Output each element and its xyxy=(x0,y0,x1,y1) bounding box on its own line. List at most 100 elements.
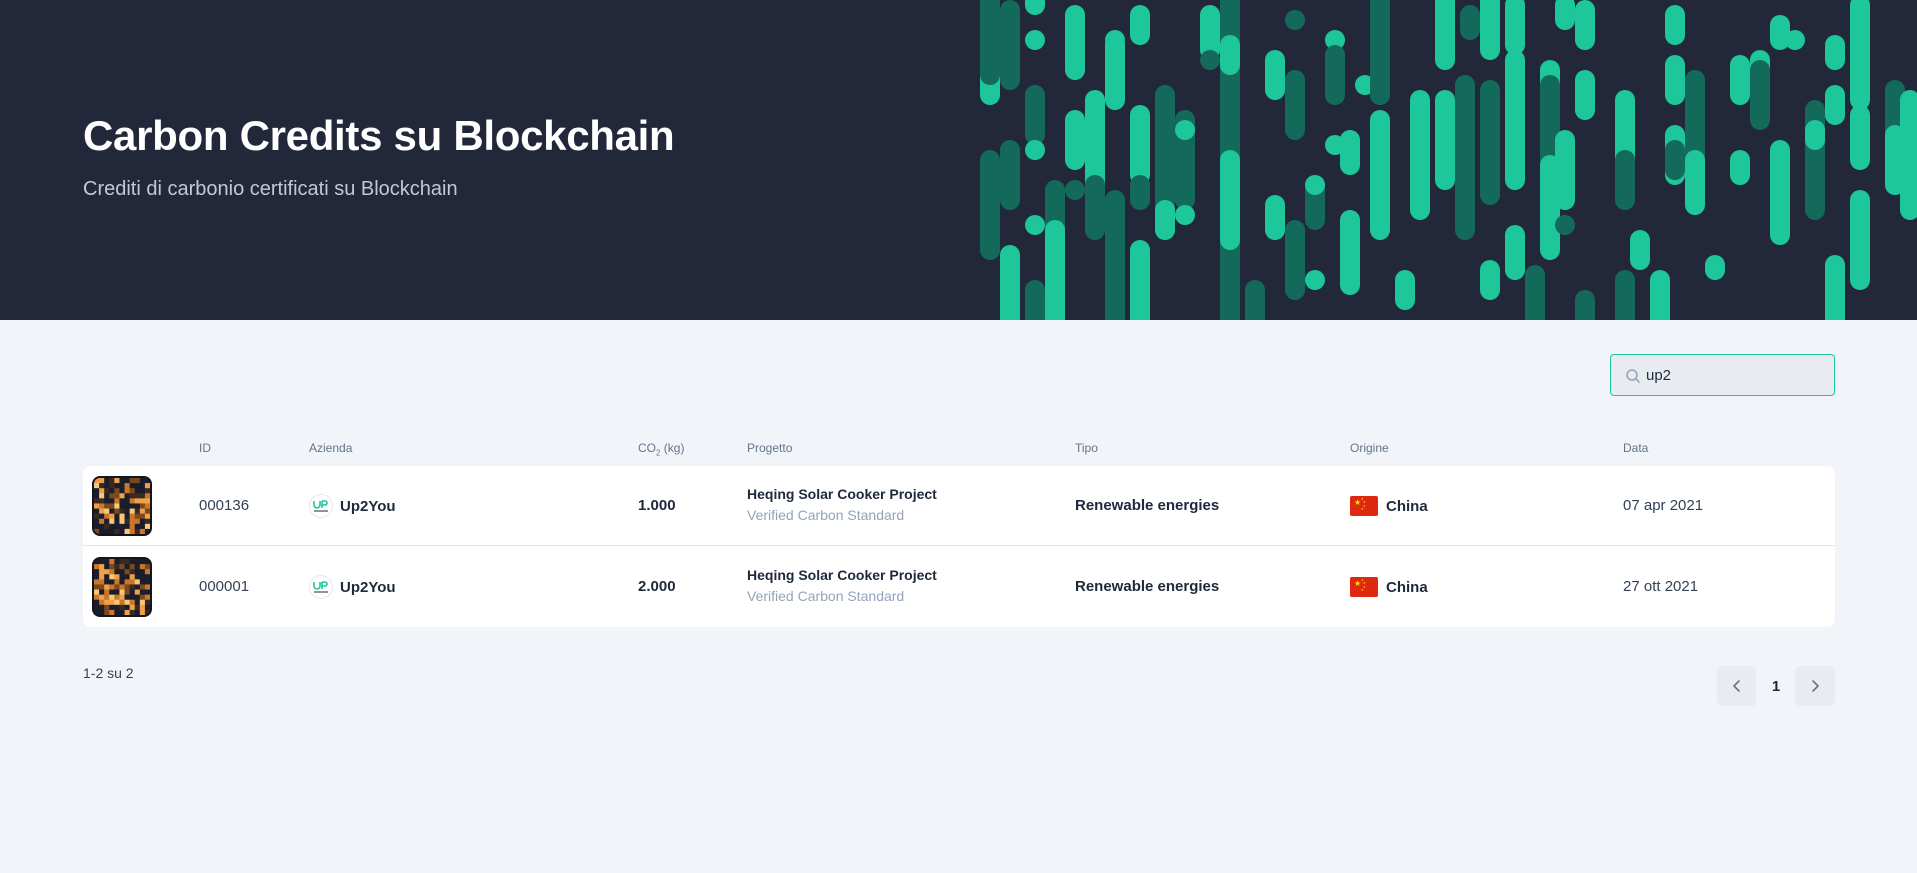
thumbnail-pixel xyxy=(94,559,100,565)
thumbnail-pixel xyxy=(109,523,115,530)
credit-nft-thumbnail[interactable] xyxy=(92,476,152,536)
thumbnail-pixel xyxy=(139,503,146,509)
thumbnail-pixel xyxy=(94,518,100,525)
next-page-button[interactable] xyxy=(1795,666,1835,706)
hero-bar xyxy=(1105,30,1125,50)
thumbnail-pixel xyxy=(99,594,105,601)
thumbnail-pixel xyxy=(109,574,115,580)
thumbnail-pixel xyxy=(99,508,105,514)
hero-bar xyxy=(1370,190,1390,240)
thumbnail-pixel xyxy=(114,609,120,615)
hero-bar xyxy=(1505,225,1525,280)
thumbnail-pixel xyxy=(99,599,105,606)
thumbnail-pixel xyxy=(94,513,100,520)
thumbnail-pixel xyxy=(94,523,100,530)
thumbnail-pixel xyxy=(114,498,120,504)
hero-bar xyxy=(1665,5,1685,45)
thumbnail-pixel xyxy=(114,488,120,494)
column-header-co2[interactable]: CO2 (kg) xyxy=(638,441,684,457)
thumbnail-pixel xyxy=(139,513,146,520)
thumbnail-pixel xyxy=(99,518,105,525)
thumbnail-pixel xyxy=(129,599,136,606)
hero-bar xyxy=(1770,140,1790,245)
table-row[interactable]: 000136 Up2You 1.000 Heqing Solar Cooker … xyxy=(83,466,1835,546)
column-header-origine[interactable]: Origine xyxy=(1350,441,1389,455)
previous-page-button[interactable] xyxy=(1717,666,1757,706)
thumbnail-pixel xyxy=(129,498,136,504)
thumbnail-pixel xyxy=(124,609,130,615)
project-standard: Verified Carbon Standard xyxy=(747,507,905,523)
chevron-left-icon xyxy=(1733,680,1740,692)
thumbnail-pixel xyxy=(94,589,100,595)
thumbnail-pixel xyxy=(134,483,141,489)
thumbnail-pixel xyxy=(119,564,125,570)
hero-bar xyxy=(1025,0,1045,15)
column-header-progetto[interactable]: Progetto xyxy=(747,441,792,455)
thumbnail-pixel xyxy=(119,599,125,606)
co2-amount: 2.000 xyxy=(638,578,676,595)
thumbnail-pixel xyxy=(109,493,115,499)
hero-banner: Carbon Credits su Blockchain Crediti di … xyxy=(0,0,1917,320)
hero-bar xyxy=(1685,150,1705,215)
thumbnail-pixel xyxy=(114,518,120,525)
thumbnail-pixel xyxy=(139,528,146,534)
thumbnail-pixel xyxy=(109,604,115,611)
thumbnail-pixel xyxy=(144,483,150,489)
thumbnail-pixel xyxy=(129,528,136,534)
credit-nft-thumbnail[interactable] xyxy=(92,557,152,617)
thumbnail-pixel xyxy=(99,579,105,585)
thumbnail-pixel xyxy=(139,604,146,611)
thumbnail-pixel xyxy=(139,609,146,615)
thumbnail-pixel xyxy=(139,508,146,514)
thumbnail-pixel xyxy=(99,493,105,499)
hero-bar xyxy=(1665,140,1685,180)
page-number-button[interactable]: 1 xyxy=(1756,666,1796,706)
table-row[interactable]: 000001 Up2You 2.000 Heqing Solar Cooker … xyxy=(83,547,1835,627)
thumbnail-pixel xyxy=(129,559,136,565)
hero-bar xyxy=(1575,290,1595,320)
thumbnail-pixel xyxy=(104,564,110,570)
thumbnail-pixel xyxy=(134,498,141,504)
thumbnail-pixel xyxy=(94,508,100,514)
thumbnail-pixel xyxy=(114,584,120,590)
thumbnail-pixel xyxy=(99,488,105,494)
thumbnail-pixel xyxy=(139,584,146,590)
hero-bar xyxy=(1505,115,1525,190)
company-name: Up2You xyxy=(340,578,396,596)
thumbnail-pixel xyxy=(129,609,136,615)
column-header-data[interactable]: Data xyxy=(1623,441,1648,455)
hero-bar xyxy=(1505,0,1525,55)
project: Heqing Solar Cooker Project Verified Car… xyxy=(747,567,937,604)
thumbnail-pixel xyxy=(94,579,100,585)
thumbnail-pixel xyxy=(114,508,120,514)
column-header-id[interactable]: ID xyxy=(199,441,211,455)
column-header-tipo[interactable]: Tipo xyxy=(1075,441,1098,455)
column-header-azienda[interactable]: Azienda xyxy=(309,441,352,455)
hero-bar xyxy=(1285,10,1305,30)
co2-label: CO xyxy=(638,441,656,455)
thumbnail-pixel xyxy=(104,594,110,601)
search-input[interactable] xyxy=(1646,355,1826,395)
hero-bar xyxy=(1460,5,1480,40)
thumbnail-pixel xyxy=(119,584,125,590)
thumbnail-pixel xyxy=(114,579,120,585)
hero-bar xyxy=(1730,150,1750,185)
hero-bar xyxy=(1305,270,1325,290)
hero-bar xyxy=(1575,0,1595,50)
hero-bar xyxy=(1220,150,1240,250)
thumbnail-pixel xyxy=(124,579,130,585)
hero-bar xyxy=(1220,35,1240,75)
company-name: Up2You xyxy=(340,497,396,515)
thumbnail-pixel xyxy=(109,559,115,565)
thumbnail-pixel xyxy=(124,604,130,611)
hero-bar xyxy=(1155,200,1175,240)
thumbnail-pixel xyxy=(109,478,115,484)
thumbnail-pixel xyxy=(139,599,146,606)
credit-type: Renewable energies xyxy=(1075,497,1220,514)
thumbnail-pixel xyxy=(109,599,115,606)
search-box[interactable] xyxy=(1610,354,1835,396)
thumbnail-pixel xyxy=(119,483,125,489)
hero-bar xyxy=(1395,270,1415,310)
thumbnail-pixel xyxy=(94,528,100,534)
thumbnail-pixel xyxy=(129,508,136,514)
